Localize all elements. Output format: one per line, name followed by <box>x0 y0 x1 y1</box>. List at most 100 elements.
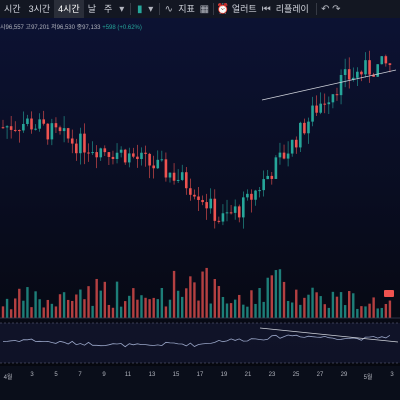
alert-icon[interactable]: ⏰ <box>217 4 229 15</box>
volume-bar <box>91 305 94 318</box>
indicators-button[interactable]: 지표 <box>174 0 199 18</box>
time-axis-label: 13 <box>148 372 156 378</box>
ohlc-readout: 시96,557 고97,201 저96,530 종97,133 +598 (+0… <box>0 22 142 31</box>
volume-bar <box>376 308 379 318</box>
candle-body <box>307 121 310 134</box>
volume-bar <box>172 270 176 318</box>
candle-body <box>46 123 50 140</box>
candle-body <box>242 197 245 218</box>
timeframe-day[interactable]: 날 <box>84 0 100 18</box>
volume-bar <box>327 307 331 318</box>
volume-bar <box>233 299 237 318</box>
volume-bar <box>42 307 45 318</box>
volume-bar <box>75 294 78 318</box>
candle-body <box>136 156 139 160</box>
volume-bar <box>286 300 290 318</box>
indicator-settings-badge[interactable] <box>384 290 394 297</box>
volume-bar <box>99 290 102 318</box>
timeframe-4h[interactable]: 4시간 <box>54 0 84 18</box>
candle-body <box>250 193 253 200</box>
candle-body <box>221 213 225 222</box>
volume-bar <box>246 306 249 318</box>
ohlc-low: 저96,530 <box>51 25 75 31</box>
candle-body <box>103 148 107 153</box>
volume-bar <box>107 304 111 318</box>
replay-icon[interactable]: ⏮ <box>261 4 272 15</box>
volume-bar <box>168 299 172 318</box>
candle-body <box>184 172 188 189</box>
candle-body <box>34 128 37 130</box>
candle-body <box>111 156 115 159</box>
candle-body <box>343 69 347 75</box>
volume-bar <box>83 299 86 318</box>
chart-style-icon[interactable]: ▾ <box>145 4 156 15</box>
time-axis-label: 17 <box>196 372 204 378</box>
candle-body <box>168 172 172 178</box>
redo-icon[interactable]: ↷ <box>331 4 342 15</box>
price-chart[interactable] <box>0 18 400 366</box>
volume-bar <box>315 292 318 318</box>
volume-bar <box>266 277 269 318</box>
candle-body <box>311 105 314 122</box>
volume-bar <box>380 307 383 318</box>
candle-body <box>50 123 54 140</box>
candle-body <box>266 175 270 180</box>
volume-bar <box>185 288 188 318</box>
candle-body <box>144 152 147 154</box>
candle-body <box>70 138 74 144</box>
volume-bar <box>213 279 216 318</box>
candle-body <box>107 152 111 157</box>
timeframe-1h[interactable]: 시간 <box>0 0 25 18</box>
dropdown-chevron-icon[interactable]: ▾ <box>116 4 127 15</box>
time-axis-label: 5 <box>54 372 58 378</box>
candle-body <box>315 105 318 113</box>
candle-body <box>258 190 261 192</box>
timeframe-3h[interactable]: 3시간 <box>25 0 55 18</box>
volume-bar <box>205 267 208 318</box>
candle-body <box>66 128 70 139</box>
indicators-icon[interactable]: ∿ <box>163 4 174 15</box>
volume-bar <box>311 287 314 318</box>
candle-body <box>225 212 229 214</box>
volume-bar <box>197 300 200 318</box>
templates-icon[interactable]: ▦ <box>199 4 210 15</box>
candle-body <box>38 119 41 129</box>
volume-bar <box>111 307 115 318</box>
timeframe-week[interactable]: 주 <box>100 0 116 18</box>
volume-bar <box>160 287 164 318</box>
volume-bar <box>193 282 196 318</box>
toolbar-divider <box>212 3 214 15</box>
candle-body <box>140 152 143 160</box>
rsi-band <box>0 323 400 363</box>
volume-bar <box>254 303 257 318</box>
candle-body <box>54 123 58 128</box>
volume-bar <box>303 297 306 318</box>
candle-body <box>229 212 233 214</box>
volume-bar <box>319 296 322 318</box>
volume-bar <box>140 295 143 318</box>
candle-body <box>79 133 82 154</box>
volume-bar <box>189 276 192 318</box>
candle-body <box>9 126 13 130</box>
candle-body <box>189 188 192 195</box>
time-axis-label: 5월 <box>363 375 373 381</box>
candle-body <box>13 129 17 131</box>
volume-bar <box>50 303 54 318</box>
time-axis: 4월 3 5 7 9 11 13 15 17 19 21 23 25 27 29 5월 3 <box>0 366 400 400</box>
candle-body <box>99 148 103 158</box>
time-axis-label: 23 <box>268 372 276 378</box>
volume-bar <box>364 306 367 318</box>
volume-bar <box>356 308 359 318</box>
candle-body <box>91 152 94 154</box>
alert-button[interactable]: 얼러트 <box>228 0 261 18</box>
candle-type-icon[interactable]: ▮ <box>134 4 145 15</box>
volume-bar <box>181 296 184 318</box>
ohlc-high: 고97,201 <box>25 25 50 31</box>
replay-button[interactable]: 리플레이 <box>272 0 313 18</box>
volume-bar <box>270 275 274 318</box>
candle-body <box>282 152 286 159</box>
undo-icon[interactable]: ↶ <box>320 4 331 15</box>
volume-bar <box>282 281 286 318</box>
volume-bar <box>71 300 74 318</box>
volume-bar <box>38 299 41 318</box>
